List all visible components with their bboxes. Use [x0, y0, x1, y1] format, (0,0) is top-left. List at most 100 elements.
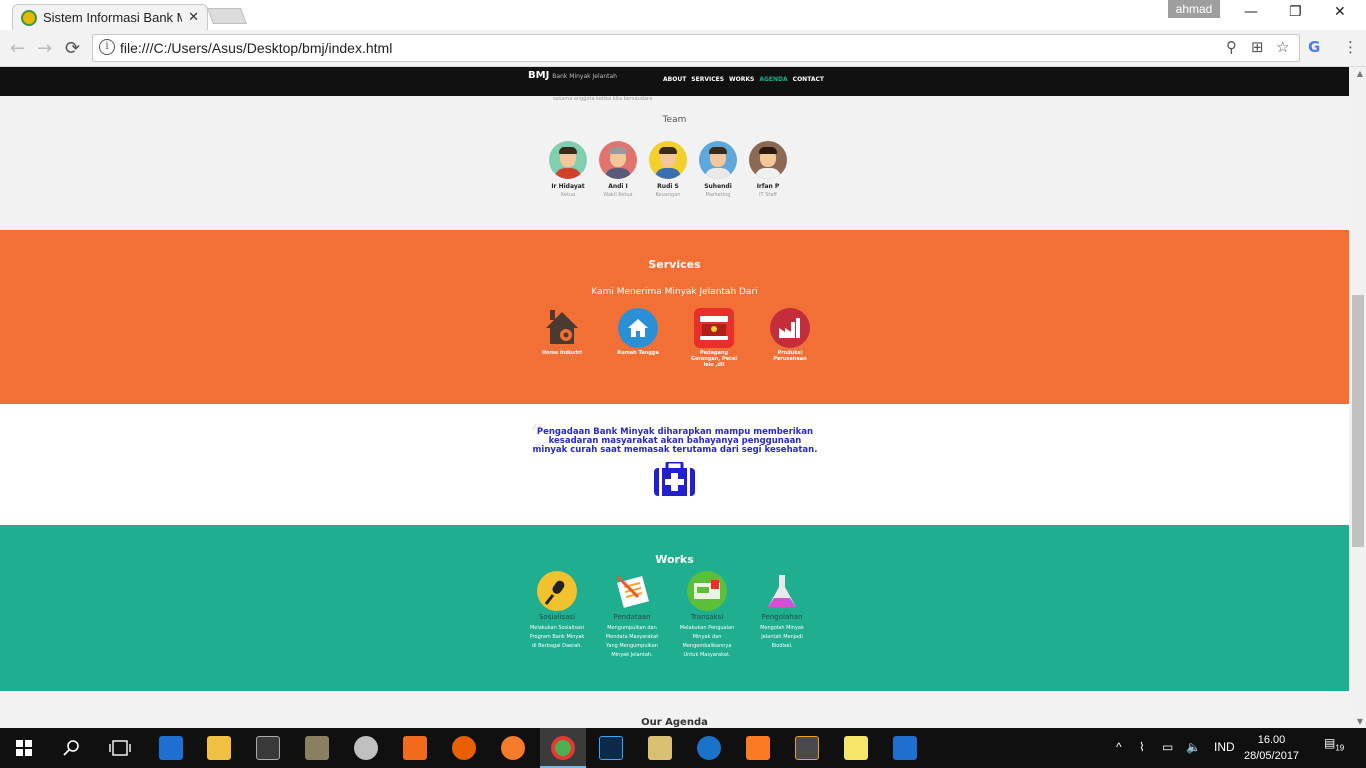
web-page: BMJ Bank Minyak Jelantah ABOUT SERVICES W…	[0, 67, 1366, 728]
menu-works[interactable]: WORKS	[729, 76, 754, 83]
store-icon[interactable]	[256, 736, 280, 760]
photoshop-icon[interactable]	[599, 736, 623, 760]
agenda-section: Our Agenda	[0, 691, 1349, 728]
menu-about[interactable]: ABOUT	[663, 76, 686, 83]
xampp-icon[interactable]	[746, 736, 770, 760]
language-indicator[interactable]: IND	[1214, 740, 1235, 754]
clock-time: 16.00	[1257, 734, 1286, 746]
browser-tab[interactable]: Sistem Informasi Bank M ✕	[12, 4, 208, 30]
info-icon[interactable]: i	[99, 39, 115, 55]
team-member: Irfan P IT Staff	[749, 141, 787, 198]
xiaomi-icon[interactable]	[403, 736, 427, 760]
forward-icon[interactable]: →	[37, 38, 52, 59]
menu-contact[interactable]: CONTACT	[793, 76, 824, 83]
sticky-notes-icon[interactable]	[844, 736, 868, 760]
bookmark-star-icon[interactable]: ☆	[1276, 38, 1289, 56]
scroll-up-icon[interactable]: ▲	[1357, 69, 1363, 78]
scrollbar-thumb[interactable]	[1352, 295, 1364, 547]
notification-icon[interactable]: ▤19	[1324, 736, 1344, 752]
avatar	[599, 141, 637, 179]
minimize-icon[interactable]: —	[1244, 4, 1258, 20]
menu-services[interactable]: SERVICES	[691, 76, 724, 83]
app-orange-icon[interactable]	[501, 736, 525, 760]
clock[interactable]: 16.00 28/05/2017	[1244, 732, 1299, 764]
site-navbar: BMJ Bank Minyak Jelantah ABOUT SERVICES W…	[0, 67, 1349, 96]
service-item: Produksi Perusahaan	[765, 308, 815, 368]
back-icon[interactable]: ←	[10, 38, 25, 59]
new-tab-button[interactable]	[207, 8, 247, 24]
task-view-icon[interactable]	[109, 740, 131, 756]
member-role: Ketua	[560, 192, 576, 198]
team-member: Ir Hidayat Ketua	[549, 141, 587, 198]
page-scrollbar[interactable]: ▲ ▼	[1349, 67, 1366, 728]
scroll-down-icon[interactable]: ▼	[1357, 717, 1363, 726]
team-member: Rudi S Keuangan	[649, 141, 687, 198]
firefox-icon[interactable]	[452, 736, 476, 760]
app-tool-icon[interactable]	[354, 736, 378, 760]
tab-close-icon[interactable]: ✕	[188, 10, 199, 25]
sublime-text-icon[interactable]	[795, 736, 819, 760]
file-explorer-icon[interactable]	[207, 736, 231, 760]
member-role: Marketing	[705, 192, 731, 198]
maximize-icon[interactable]: ❐	[1289, 4, 1302, 20]
windows-start-icon[interactable]	[16, 740, 32, 756]
work-description: Mengumpulkan dan Mendata Masyarakat Yang…	[605, 625, 659, 658]
member-name: Suhendi	[704, 183, 732, 190]
notepad-icon	[612, 571, 652, 611]
team-member: Andi I Wakil Ketua	[599, 141, 637, 198]
work-description: Melakukan Pengualan Minyak dan Mengembal…	[679, 625, 735, 658]
service-label: Rumah Tangga	[617, 350, 659, 356]
member-role: Wakil Ketua	[603, 192, 633, 198]
brand-logo: BMJ	[528, 70, 550, 81]
search-icon[interactable]	[63, 739, 81, 757]
battery-icon[interactable]: ▭	[1162, 740, 1173, 754]
brand-subtitle: Bank Minyak Jelantah	[552, 73, 617, 80]
services-title: Services	[648, 258, 701, 271]
food-stall-icon	[694, 308, 734, 348]
work-title: Pengolahan	[761, 613, 803, 621]
address-bar[interactable]: i file:///C:/Users/Asus/Desktop/bmj/inde…	[92, 34, 1300, 62]
work-item: Transaksi Melakukan Pengualan Minyak dan…	[677, 571, 737, 660]
profile-button[interactable]: ahmad	[1168, 0, 1220, 18]
reload-icon[interactable]: ⟳	[65, 38, 80, 59]
home-industry-icon	[542, 308, 582, 348]
avatar	[549, 141, 587, 179]
member-name: Irfan P	[756, 183, 780, 190]
quote-text: Pengadaan Bank Minyak diharapkan mampu m…	[532, 427, 818, 455]
browser-menu-icon[interactable]: ⋮	[1343, 38, 1358, 56]
member-role: Keuangan	[655, 192, 681, 198]
tray-chevron-icon[interactable]: ^	[1116, 740, 1122, 754]
address-url[interactable]: file:///C:/Users/Asus/Desktop/bmj/index.…	[120, 40, 392, 56]
app-pen-icon[interactable]	[648, 736, 672, 760]
about-text: sesama anggota ketika kita bersaudara	[553, 96, 653, 102]
works-list: Sosialisasi Melakukan Sosialisasi Progra…	[527, 571, 812, 660]
close-window-icon[interactable]: ✕	[1334, 4, 1346, 20]
work-title: Transaksi	[690, 613, 724, 621]
translate-icon[interactable]: ⊞	[1251, 38, 1264, 56]
services-section: Services Kami Menerima Minyak Jelantah D…	[0, 230, 1349, 404]
quote-section: “ Pengadaan Bank Minyak diharapkan mampu…	[0, 404, 1349, 525]
teamviewer-icon[interactable]	[697, 736, 721, 760]
volume-icon[interactable]: 🔈	[1186, 740, 1201, 754]
edge-browser-icon[interactable]	[159, 736, 183, 760]
avatar	[699, 141, 737, 179]
app-l-icon[interactable]	[893, 736, 917, 760]
extension-icon[interactable]: G	[1308, 38, 1320, 56]
chrome-icon[interactable]	[551, 736, 575, 760]
notification-count: 19	[1335, 743, 1345, 753]
site-brand[interactable]: BMJ Bank Minyak Jelantah	[528, 70, 617, 81]
network-icon[interactable]: ⌇	[1139, 740, 1145, 754]
member-name: Rudi S	[657, 183, 679, 190]
avatar	[649, 141, 687, 179]
menu-agenda[interactable]: AGENDA	[759, 76, 787, 83]
zoom-icon[interactable]: ⚲	[1226, 38, 1237, 56]
work-title: Pendataan	[613, 613, 651, 621]
work-item: Pendataan Mengumpulkan dan Mendata Masya…	[602, 571, 662, 660]
site-menu: ABOUT SERVICES WORKS AGENDA CONTACT	[663, 76, 824, 83]
app-books-icon[interactable]	[305, 736, 329, 760]
clock-date: 28/05/2017	[1244, 750, 1300, 762]
avatar	[749, 141, 787, 179]
factory-icon	[770, 308, 810, 348]
work-item: Pengolahan Mengolah Minyak Jelantah Menj…	[752, 571, 812, 660]
services-list: Home Industri Rumah Tangga Pedagang Gore…	[537, 308, 815, 368]
